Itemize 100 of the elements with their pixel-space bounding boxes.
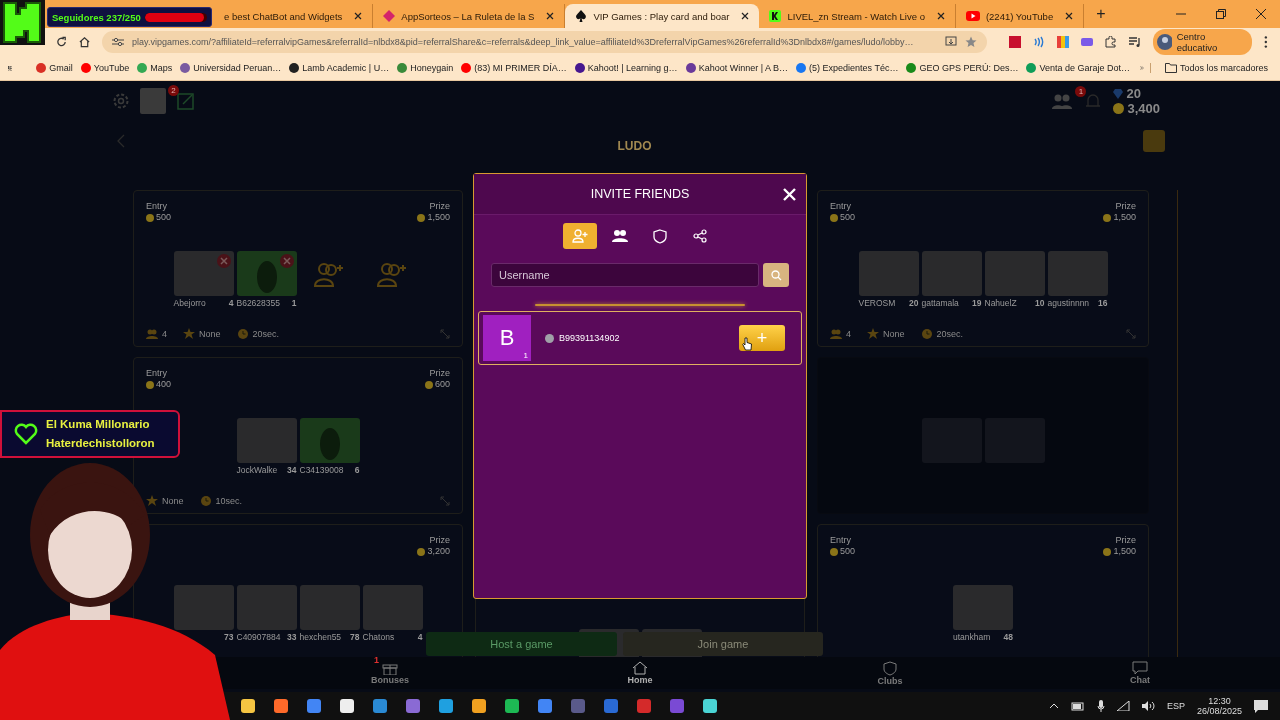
extension-icon[interactable] xyxy=(1081,36,1094,48)
coin-icon xyxy=(1103,547,1112,556)
microphone-icon[interactable] xyxy=(1096,700,1105,712)
bookmark[interactable]: Lamb Academic | U… xyxy=(285,63,394,73)
prize-amount: 1,500 xyxy=(427,212,450,223)
friend-level: 1 xyxy=(523,351,528,360)
prize-label: Prize xyxy=(1115,201,1136,212)
close-icon[interactable] xyxy=(354,12,363,20)
notifications-icon[interactable] xyxy=(1254,699,1268,713)
battery-icon[interactable] xyxy=(1070,701,1085,711)
star-icon[interactable] xyxy=(965,36,978,48)
notification-badge: 2 xyxy=(168,85,179,96)
close-icon[interactable] xyxy=(546,12,555,20)
entry-label: Entry xyxy=(146,201,168,212)
share-icon xyxy=(693,229,707,243)
remove-badge-icon[interactable] xyxy=(279,254,294,268)
player-level: 4 xyxy=(417,632,423,642)
game-table-card[interactable]: Entry 500 Prize 1,500 Abejorro 4 B62628355 1 4 None 20sec. xyxy=(133,190,463,347)
profile-avatar-icon xyxy=(1157,34,1172,50)
nav-tab[interactable]: Chat xyxy=(1110,661,1170,685)
player-name: NahuelZ xyxy=(984,298,1017,308)
extension-icon[interactable] xyxy=(1033,36,1046,48)
users-icon xyxy=(612,229,628,243)
app-icon[interactable] xyxy=(504,698,520,714)
game-table-card[interactable]: Entry 500 Prize 1,500 utankham 48 xyxy=(817,524,1149,657)
gem-count: 20 xyxy=(1126,86,1141,101)
media-icon[interactable] xyxy=(1129,36,1142,48)
player-name: gattamala xyxy=(921,298,959,308)
install-icon[interactable] xyxy=(945,36,958,48)
player-level: 6 xyxy=(354,465,360,475)
language-indicator[interactable]: ESP xyxy=(1166,701,1185,711)
game-table-card[interactable]: Entry 500 Prize 1,500 VEROSM 20 gattamala 19 NahuelZ 10 agustinnnn 16 4 None 20sec. xyxy=(817,190,1149,347)
site-settings-icon[interactable] xyxy=(112,37,125,47)
close-icon[interactable] xyxy=(936,12,945,20)
prize-label: Prize xyxy=(429,201,450,212)
bookmark[interactable]: YouTube xyxy=(76,63,134,73)
url-text: play.vipgames.com/?affiliateId=referralvipGames&referralId=nlbdx8&pid=referralShare&c=referrals&deep_link_value=affiliateId%3DreferralVipGames%26referralId%3Dnlbdx8#/games/ludo/lobby… xyxy=(132,37,915,47)
player-level: 34 xyxy=(287,465,297,475)
app-icon[interactable] xyxy=(471,698,487,714)
bookmark[interactable]: Kahoot Winner | A B… xyxy=(681,63,792,73)
friend-name: B99391134902 xyxy=(559,333,620,343)
coin-icon xyxy=(830,547,838,556)
bookmark[interactable]: Kahoot! | Learning g… xyxy=(570,63,682,73)
bookmark[interactable]: Maps xyxy=(133,63,177,73)
app-icon[interactable] xyxy=(438,698,454,714)
close-icon[interactable] xyxy=(741,12,750,20)
app-icon[interactable] xyxy=(702,698,718,714)
bookmark[interactable]: Gmail xyxy=(32,63,77,73)
all-bookmarks-button[interactable]: Todos los marcadores xyxy=(1149,63,1272,73)
bookmark[interactable]: (5) Expedientes Téc… xyxy=(792,63,903,73)
spade-icon xyxy=(575,10,588,22)
close-icon[interactable] xyxy=(1065,12,1074,20)
coin-icon xyxy=(417,547,426,556)
extension-icon[interactable] xyxy=(1057,36,1070,48)
reload-icon[interactable] xyxy=(56,36,68,48)
restore-icon[interactable] xyxy=(1216,9,1226,19)
player-count: 4 xyxy=(162,329,167,339)
player-level: 20 xyxy=(909,298,919,308)
nav-tab[interactable]: Home xyxy=(610,661,670,685)
prize-label: Prize xyxy=(429,368,450,379)
turn-timer: 20sec. xyxy=(252,329,280,339)
coin-icon xyxy=(417,213,426,222)
bookmark[interactable]: Venta de Garaje Dot… xyxy=(1022,63,1134,73)
new-tab-button[interactable]: + xyxy=(1084,5,1118,23)
coin-icon xyxy=(1113,103,1125,114)
app-icon[interactable] xyxy=(273,698,289,714)
bookmark[interactable]: GEO GPS PERÚ: Des… xyxy=(902,63,1023,73)
bookmark[interactable]: Universidad Peruan… xyxy=(176,63,286,73)
notification-badge: 1 xyxy=(1075,86,1087,97)
app-icon[interactable] xyxy=(339,698,355,714)
k-logo-icon xyxy=(769,10,782,22)
remove-badge-icon[interactable] xyxy=(216,254,231,268)
username-field[interactable]: Username xyxy=(491,263,759,287)
prize-label: Prize xyxy=(1115,535,1136,546)
bookmark[interactable]: Honeygain xyxy=(393,63,458,73)
wifi-icon[interactable] xyxy=(1116,701,1130,711)
player-level: 10 xyxy=(1035,298,1045,308)
puzzle-icon[interactable] xyxy=(1105,36,1118,48)
nav-tab[interactable]: Clubs xyxy=(860,660,920,686)
home-icon[interactable] xyxy=(79,36,91,48)
player-name: utankham xyxy=(953,632,991,642)
menu-icon[interactable] xyxy=(1264,35,1268,49)
chevron-up-icon[interactable] xyxy=(1048,703,1059,709)
clock[interactable]: 12:30 26/08/2025 xyxy=(1196,696,1242,716)
speaker-icon[interactable] xyxy=(1141,701,1155,711)
friend-avatar: B 1 xyxy=(483,315,531,361)
bookmark[interactable]: (83) MI PRIMER DÍA… xyxy=(457,63,571,73)
join-game-button[interactable]: Join game xyxy=(623,632,823,656)
browser-tab[interactable]: VIP Games : Play card and boar xyxy=(565,4,760,28)
coin-icon xyxy=(424,380,433,389)
profile-button[interactable]: Centro educativo xyxy=(1153,29,1253,55)
extension-icon[interactable] xyxy=(1009,36,1022,48)
address-field[interactable]: play.vipgames.com/?affiliateId=referralvipGames&referralId=nlbdx8&pid=referralShare&c=referrals&deep_link_value=affiliateId%3DreferralVipGames%26referralId%3Dnlbdx8#/games/ludo/lobby… xyxy=(102,31,988,53)
host-game-button[interactable]: Host a game xyxy=(426,632,617,656)
player-name: C34139008 xyxy=(299,465,344,475)
entry-label: Entry xyxy=(146,368,168,379)
close-icon[interactable] xyxy=(1256,9,1266,19)
player-level: 33 xyxy=(287,632,297,642)
mode-label: None xyxy=(199,329,221,339)
app-icon[interactable] xyxy=(240,698,256,714)
